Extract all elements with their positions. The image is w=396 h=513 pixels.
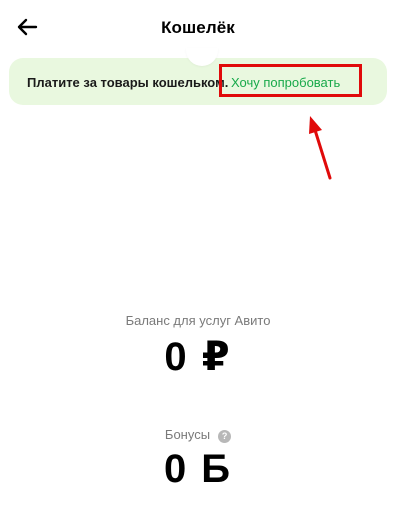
promo-text: Платите за товары кошельком. [27, 75, 228, 90]
annotation-highlight-box [219, 64, 362, 97]
bonuses-value: 0 Б [163, 447, 233, 491]
bonuses-label: Бонусы [164, 427, 211, 442]
balance-label: Баланс для услуг Авито [125, 313, 271, 328]
bonuses-row: Бонусы? [0, 427, 396, 443]
balance-value: 0 ₽ [164, 335, 232, 379]
promo-message: Платите за товары кошельком [27, 75, 225, 90]
page-title: Кошелёк [161, 18, 235, 37]
annotation-arrow [300, 108, 340, 188]
question-circle-icon[interactable]: ? [218, 430, 232, 443]
